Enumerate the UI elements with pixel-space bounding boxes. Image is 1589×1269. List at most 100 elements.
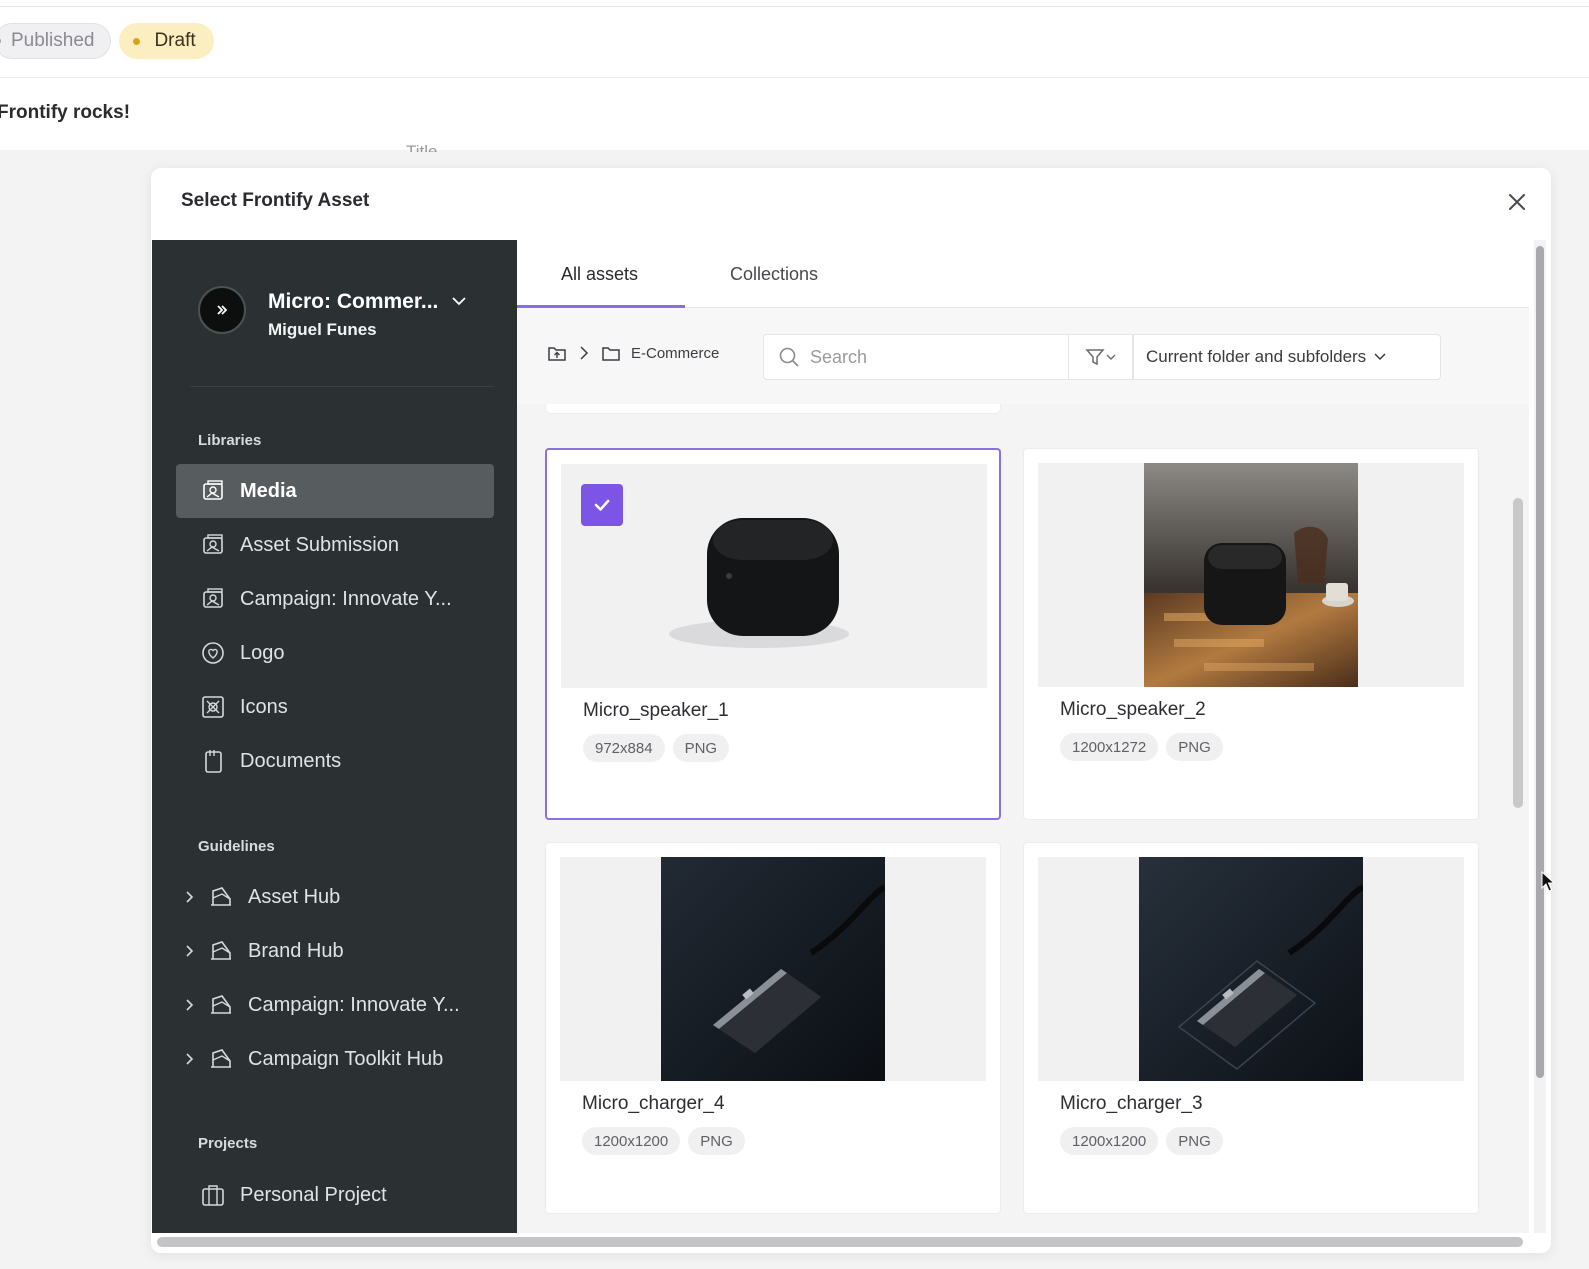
sidebar-item-logo[interactable]: Logo [176, 626, 494, 680]
sidebar-item-asset-hub[interactable]: Asset Hub [176, 870, 494, 924]
asset-card[interactable]: Micro_charger_4 1200x1200 PNG [545, 842, 1001, 1214]
workspace-user: Miguel Funes [268, 320, 377, 339]
asset-dimensions-badge: 1200x1200 [582, 1127, 681, 1155]
libraries-heading: Libraries [198, 432, 262, 449]
asset-thumbnail [560, 857, 986, 1081]
asset-dimensions-badge: 972x884 [583, 734, 665, 762]
chevron-right-icon [186, 891, 194, 903]
sidebar-item-campaign-toolkit-hub[interactable]: Campaign Toolkit Hub [176, 1032, 494, 1086]
asset-meta: 1200x1272 PNG [1060, 733, 1223, 761]
sidebar-item-campaign-innovate[interactable]: Campaign: Innovate Y... [176, 572, 494, 626]
asset-name: Micro_speaker_1 [583, 700, 729, 721]
check-icon [594, 499, 610, 511]
guideline-icon [208, 938, 234, 964]
sidebar-item-brand-hub[interactable]: Brand Hub [176, 924, 494, 978]
breadcrumb-folder[interactable]: E-Commerce [631, 345, 719, 362]
asset-card[interactable]: Micro_speaker_1 972x884 PNG [545, 448, 1001, 820]
workspace-switcher[interactable]: Micro: Commer... Miguel Funes [198, 286, 498, 344]
logo-library-icon [200, 640, 226, 666]
asset-thumbnail [561, 464, 987, 688]
status-dot [133, 37, 141, 45]
asset-dimensions-badge: 1200x1200 [1060, 1127, 1159, 1155]
project-icon [200, 1182, 226, 1208]
icons-library-icon [200, 694, 226, 720]
tab-collections[interactable]: Collections [730, 240, 818, 308]
sidebar-item-label: Media [240, 479, 297, 502]
asset-format-badge: PNG [672, 734, 730, 762]
workspace-avatar [198, 286, 246, 334]
asset-card-partial [545, 404, 1001, 414]
asset-meta: 972x884 PNG [583, 734, 730, 762]
chevron-right-icon [186, 999, 194, 1011]
speaker-on-table-image [1144, 463, 1358, 687]
sidebar-item-icons[interactable]: Icons [176, 680, 494, 734]
asset-card[interactable]: Micro_speaker_2 1200x1272 PNG [1023, 448, 1479, 820]
sidebar-item-campaign-innovate-guide[interactable]: Campaign: Innovate Y... [176, 978, 494, 1032]
asset-card[interactable]: Micro_charger_3 1200x1200 PNG [1023, 842, 1479, 1214]
workspace-logo-icon [217, 305, 228, 315]
search-icon [779, 347, 799, 367]
asset-format-badge: PNG [688, 1127, 745, 1155]
asset-meta: 1200x1200 PNG [582, 1127, 745, 1155]
guidelines-heading: Guidelines [198, 838, 275, 855]
sidebar-item-label: Icons [240, 695, 288, 718]
folder-up-icon[interactable] [547, 344, 567, 362]
media-library-icon [200, 586, 226, 612]
grid-scrollbar[interactable] [1513, 498, 1523, 808]
selection-checkbox[interactable] [581, 484, 623, 526]
status-draft-pill[interactable]: Draft [119, 23, 214, 59]
sidebar-item-media[interactable]: Media [176, 464, 494, 518]
charger-image [1139, 857, 1363, 1081]
asset-format-badge: PNG [1166, 1127, 1223, 1155]
divider [190, 386, 494, 387]
asset-grid: Micro_speaker_1 972x884 PNG Micro_speake… [517, 404, 1529, 1233]
tab-all-assets[interactable]: All assets [561, 240, 638, 308]
library-sidebar: Micro: Commer... Miguel Funes Libraries … [152, 240, 517, 1233]
close-icon [1509, 194, 1525, 210]
status-switch: Published Draft [0, 23, 214, 59]
sidebar-item-label: Asset Hub [248, 885, 341, 908]
chevron-right-icon [580, 346, 589, 360]
chevron-right-icon [186, 945, 194, 957]
asset-toolbar: E-Commerce Current folder and subfolders [517, 308, 1529, 404]
asset-meta: 1200x1200 PNG [1060, 1127, 1223, 1155]
sidebar-item-asset-submission[interactable]: Asset Submission [176, 518, 494, 572]
status-label: Published [11, 30, 95, 51]
guideline-icon [208, 992, 234, 1018]
horizontal-scrollbar[interactable] [157, 1237, 1523, 1247]
modal-scrollbar-thumb[interactable] [1536, 246, 1544, 1078]
divider [0, 77, 1589, 78]
sidebar-item-label: Campaign: Innovate Y... [240, 587, 452, 610]
sidebar-item-label: Campaign Toolkit Hub [248, 1047, 444, 1070]
media-library-icon [200, 532, 226, 558]
folder-icon [602, 347, 620, 361]
search-scope-select[interactable]: Current folder and subfolders [1133, 334, 1441, 380]
sidebar-item-label: Personal Project [240, 1183, 387, 1206]
sidebar-item-label: Brand Hub [248, 939, 344, 962]
status-dot [0, 38, 1, 44]
breadcrumb: E-Commerce [547, 344, 719, 362]
asset-format-badge: PNG [1166, 733, 1223, 761]
asset-name: Micro_speaker_2 [1060, 699, 1206, 720]
sidebar-item-label: Logo [240, 641, 285, 664]
search-field [763, 334, 1069, 380]
status-published-pill[interactable]: Published [0, 23, 112, 59]
projects-heading: Projects [198, 1135, 258, 1152]
media-library-icon [200, 478, 226, 504]
search-input[interactable] [810, 346, 1050, 368]
select-asset-modal: Select Frontify Asset Micro: Commer... M… [151, 168, 1551, 1253]
sidebar-item-personal-project[interactable]: Personal Project [176, 1168, 494, 1222]
guideline-icon [208, 884, 234, 910]
chevron-down-icon [1374, 353, 1386, 361]
chevron-right-icon [186, 1053, 194, 1065]
asset-name: Micro_charger_3 [1060, 1093, 1203, 1114]
filter-button[interactable] [1069, 334, 1133, 380]
sidebar-item-label: Campaign: Innovate Y... [248, 993, 460, 1016]
asset-thumbnail [1038, 463, 1464, 687]
guideline-icon [208, 1046, 234, 1072]
speaker-image [669, 518, 849, 648]
asset-name: Micro_charger_4 [582, 1093, 725, 1114]
sidebar-item-documents[interactable]: Documents [176, 734, 494, 788]
documents-library-icon [200, 748, 226, 774]
close-button[interactable] [1505, 190, 1529, 214]
